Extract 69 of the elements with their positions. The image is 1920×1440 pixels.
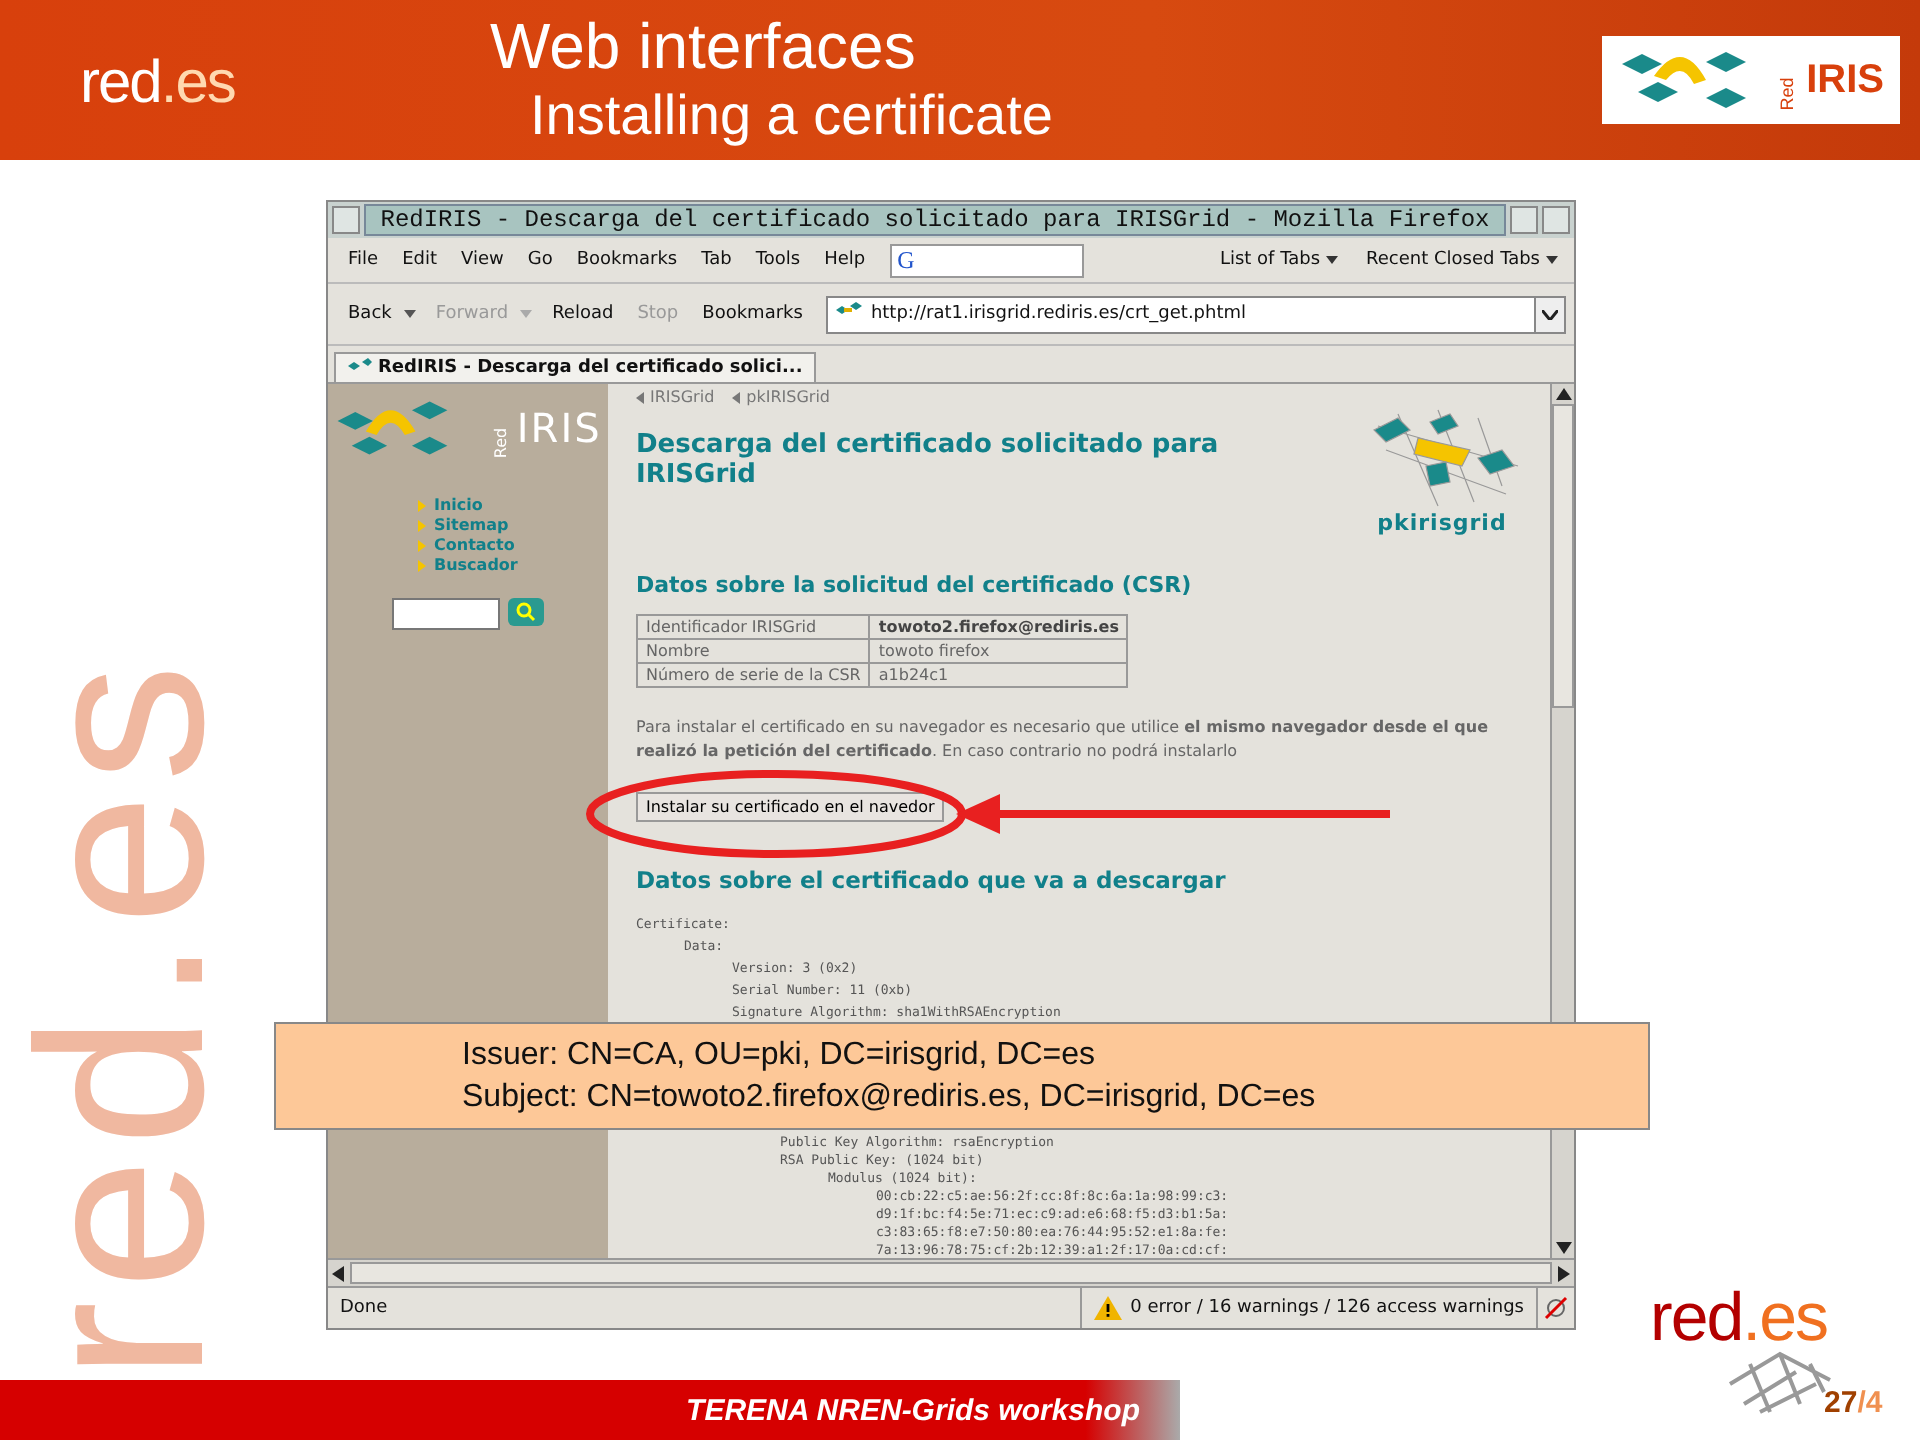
section-heading: Datos sobre el certificado que va a descargar — [636, 866, 1226, 894]
search-icon — [516, 602, 536, 622]
menu-item[interactable]: Edit — [390, 250, 449, 270]
breadcrumb-link[interactable]: pkIRISGrid — [746, 388, 831, 406]
scroll-down-icon[interactable] — [1555, 1242, 1571, 1254]
scroll-right-icon[interactable] — [1558, 1265, 1570, 1281]
menu-item[interactable]: Go — [515, 250, 565, 270]
logo-text: IRIS — [516, 404, 602, 452]
status-text: Done — [338, 1298, 390, 1318]
scroll-left-icon[interactable] — [332, 1265, 344, 1281]
brand-logo: red.es — [1650, 1280, 1827, 1358]
maximize-button[interactable] — [1542, 206, 1570, 234]
section-heading: Datos sobre la solicitud del certificado (CSR) — [636, 572, 1194, 598]
caret-icon — [1326, 256, 1339, 264]
table-cell: Nombre — [637, 639, 870, 663]
browser-tab[interactable]: RedIRIS - Descarga del certificado solici... — [334, 352, 817, 382]
menu-item[interactable]: View — [449, 250, 516, 270]
warning-icon — [1094, 1296, 1123, 1320]
bullet-icon — [418, 499, 426, 511]
page-heading: Descarga del certificado solicitado para IRISGrid — [636, 430, 1221, 494]
horizontal-scrollbar[interactable] — [328, 1258, 1574, 1286]
table-cell: towoto firefox — [869, 639, 1128, 663]
breadcrumb-link[interactable]: IRISGrid — [650, 388, 715, 406]
bullet-icon — [418, 539, 426, 551]
table-cell: towoto2.firefox@rediris.es — [869, 615, 1128, 639]
menu-item[interactable]: Tab — [689, 250, 744, 270]
menu-item[interactable]: Recent Closed Tabs — [1346, 250, 1546, 270]
menu-item[interactable]: List of Tabs — [1199, 250, 1327, 270]
toolbar-button[interactable]: Back — [336, 304, 404, 324]
menu-item[interactable]: Tools — [743, 250, 813, 270]
logo-text: pkirisgrid — [1377, 510, 1507, 536]
back-arrow-icon — [636, 391, 644, 403]
toolbar-button[interactable]: Reload — [540, 304, 626, 324]
search-field[interactable] — [392, 598, 500, 630]
event-name: TERENA NREN-Grids workshop — [686, 1393, 1140, 1427]
menu-item[interactable]: Bookmarks — [564, 250, 690, 270]
window-menu-button[interactable] — [332, 206, 360, 234]
search-field[interactable]: G — [889, 243, 1084, 277]
dropdown-button[interactable] — [1534, 297, 1564, 331]
page-number: 27/4 — [1824, 1386, 1883, 1420]
menu-item[interactable]: File — [336, 250, 391, 270]
menu-item[interactable]: Help — [812, 250, 878, 270]
chevron-icon — [1542, 309, 1558, 319]
install-button[interactable]: Instalar su certificado en el navedor — [636, 792, 945, 822]
notice-text: Para instalar el certificado en su navegador es necesario que utilice el mismo navegador desde el que realizó la petición del certificado. En caso contrario no podrá instalarlo — [636, 716, 1490, 764]
back-arrow-icon — [732, 391, 741, 403]
warnings-panel[interactable]: 0 error / 16 warnings / 126 access warnings — [1080, 1288, 1538, 1328]
address-field[interactable]: http://rat1.irisgrid.rediris.es/crt_get.phtml — [826, 295, 1566, 333]
toolbar-button[interactable]: Bookmarks — [690, 304, 815, 324]
brand-logo: red.es — [78, 50, 237, 118]
callout-text: Subject: CN=towoto2.firefox@rediris.es, DC=irisgrid, DC=es — [462, 1078, 1318, 1118]
bullet-icon — [418, 519, 426, 531]
bullet-icon — [418, 559, 426, 571]
caret-icon — [1546, 256, 1558, 264]
minimize-button[interactable] — [1510, 206, 1538, 234]
table-cell: a1b24c1 — [869, 663, 1128, 687]
table-cell: Identificador IRISGrid — [637, 615, 870, 639]
vertical-brand-text: red.es — [4, 652, 240, 1380]
search-button[interactable] — [508, 598, 544, 626]
scroll-up-icon[interactable] — [1555, 388, 1571, 400]
callout-text: Issuer: CN=CA, OU=pki, DC=irisgrid, DC=es — [462, 1036, 1098, 1076]
logo-text: Red — [492, 427, 511, 459]
logo-text: Red — [1775, 76, 1796, 110]
slide-title: Web interfaces — [490, 10, 918, 82]
search-engine-logo: G — [895, 245, 915, 275]
slide-subtitle: Installing a certificate — [528, 82, 1055, 150]
table-cell: Número de serie de la CSR — [637, 663, 870, 687]
window-title: RedIRIS - Descarga del certificado solicitado para IRISGrid - Mozilla Firefox — [364, 204, 1506, 236]
logo-text: IRIS — [1806, 57, 1884, 103]
